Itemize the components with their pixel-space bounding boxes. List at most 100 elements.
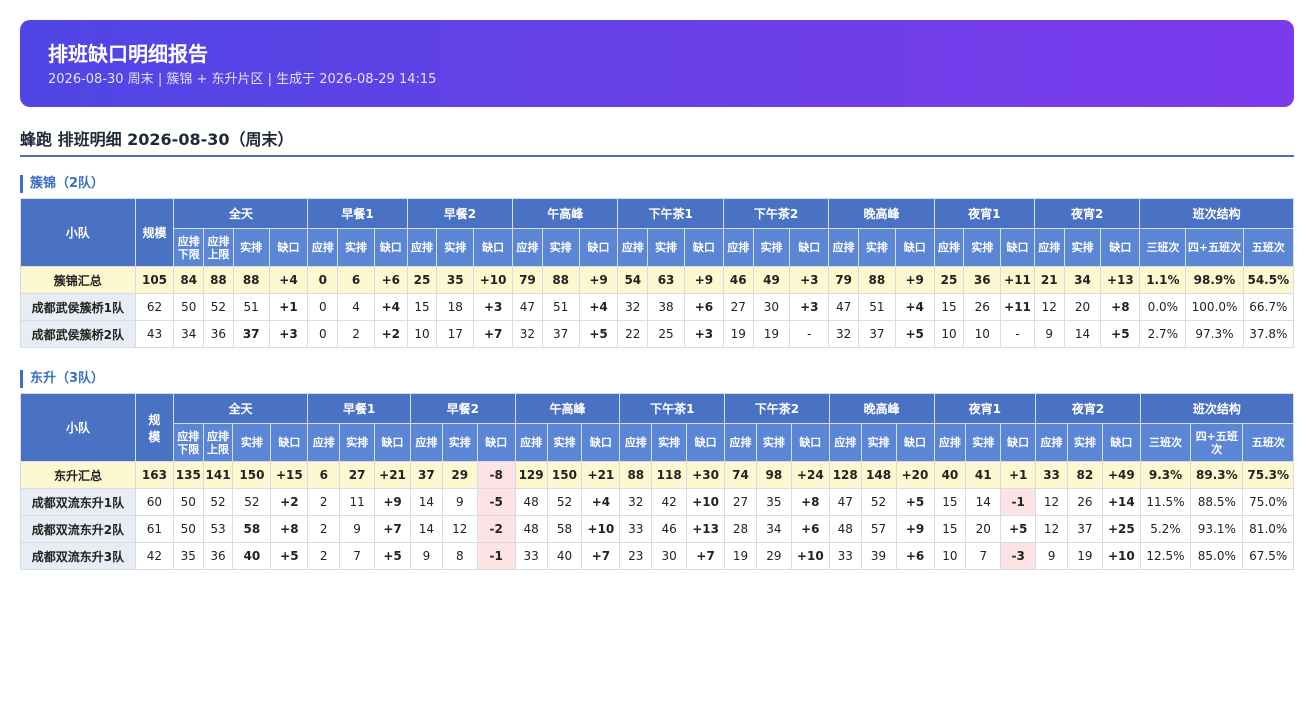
table-cell: 150 [232,461,272,489]
table-cell: 26 [963,293,1002,321]
sub-header: 实排 [860,423,897,462]
table-cell: +3 [789,293,830,321]
table-cell: +2 [373,320,408,348]
table-cell: +8 [790,488,830,516]
table-cell: 46 [722,266,754,294]
table-cell: 32 [619,488,653,516]
table-cell: 49 [752,266,791,294]
sub-header: 应排 [617,228,649,267]
table-cell: 32 [828,320,859,348]
table-cell: +4 [373,293,408,321]
table-cell: +10 [790,542,830,570]
sub-header: 应排 [933,228,965,267]
table-cell: 6 [307,461,341,489]
table-row: 成都双流东升2队 61 50 53 58 +8 2 9 +7 14 12 -2 48 58 +10 33 46 +… [20,515,1294,543]
sub-header: 应排 [307,228,339,267]
page-title: 排班缺口明细报告 [48,42,208,66]
table-cell: +10 [686,488,726,516]
sub-header: 缺口 [683,228,724,267]
sub-header: 应排下限 [172,423,204,462]
table-cell: 118 [651,461,688,489]
table-cell: +11 [1000,293,1035,321]
table-cell: 25 [406,266,438,294]
table-cell: +21 [374,461,411,489]
table-cell: 52 [860,488,897,516]
table-cell: +9 [895,515,935,543]
table-cell: 36 [963,266,1002,294]
table-cell: 35 [755,488,792,516]
sub-header: 缺口 [374,423,411,462]
sub-header: 实排 [541,228,580,267]
sub-header: 实排 [647,228,685,267]
table-cell: 75.0% [1242,488,1294,516]
table-cell: 7 [965,542,1002,570]
group-title-dongsheng: 东升（3队） [20,370,104,388]
col-header-period: 下午茶2 [724,393,830,424]
table-cell: 26 [1066,488,1103,516]
table-cell: 37 [410,461,443,489]
section-title: 蜂跑 排班明细 2026-08-30（周末） [20,127,1294,157]
table-cell: 9 [1035,542,1068,570]
team-name: 簇锦汇总 [20,266,136,294]
col-header-team: 小队 [20,198,136,267]
table-cell: 89.3% [1190,461,1244,489]
table-cell: 14 [965,488,1002,516]
table-cell: 81.0% [1242,515,1294,543]
table-cell: 53 [202,515,234,543]
table-cell: 62 [134,293,175,321]
sub-header: 实排 [755,423,792,462]
sub-header: 缺口 [1100,228,1141,267]
table-cell: 88 [857,266,896,294]
table-cell: 52 [546,488,583,516]
table-cell: 135 [172,461,204,489]
table-cell: 2 [307,515,341,543]
table-cell: 42 [134,542,174,570]
sub-header: 实排 [963,228,1002,267]
summary-row: 簇锦汇总 105 84 88 88 +4 0 6 +6 25 35 +10 79 88 +9 54 63 +9 46… [20,266,1295,294]
sub-header: 应排 [619,423,653,462]
table-cell: 2 [307,488,341,516]
sub-header: 应排 [828,423,862,462]
table-cell: 50 [172,488,204,516]
table-cell: +5 [374,542,411,570]
col-header-period: 晚高峰 [828,198,935,229]
report-subtitle: 2026-08-30 周末 | 簇锦 + 东升片区 | 生成于 2026-08-… [48,72,437,87]
table-cell: 35 [436,266,475,294]
table-cell: 27 [724,488,757,516]
summary-row: 东升汇总 163 135 141 150 +15 6 27 +21 37 29 -8 129 150 +21… [20,461,1294,489]
table-cell: 19 [722,320,754,348]
table-cell: +10 [1101,542,1141,570]
table-cell: 50 [172,515,204,543]
table-cell: +3 [473,293,514,321]
sub-header: 实排 [1063,228,1102,267]
table-cell: 35 [172,542,204,570]
table-cell: 37 [857,320,896,348]
col-header-size: 规 模 [134,393,174,462]
table-cell: 21 [1033,266,1065,294]
col-header-period: 晚高峰 [828,393,935,424]
table-cell: +21 [581,461,621,489]
table-cell: 9 [441,488,478,516]
table-cell: 12 [1035,488,1068,516]
table-cell: +11 [1000,266,1035,294]
table-cell: +6 [895,542,935,570]
table-cell: +4 [581,488,621,516]
col-header-period: 全天 [172,393,309,424]
col-header-period: 夜宵1 [933,393,1037,424]
table-row: 成都双流东升1队 60 50 52 52 +2 2 11 +9 14 9 -5 48 52 +4 32 42 +1… [20,488,1294,516]
table-cell: 12.5% [1139,542,1192,570]
table-cell: 51 [541,293,580,321]
table-cell: 27 [722,293,754,321]
table-cell: 5.2% [1139,515,1192,543]
sub-header: 应排 [1035,423,1068,462]
table-cell: 33 [514,542,548,570]
table-cell: +5 [1100,320,1141,348]
table-cell: 82 [1066,461,1103,489]
table-cell: -1 [1000,488,1037,516]
sub-header: 缺口 [1000,423,1037,462]
sub-header: 缺口 [789,228,830,267]
table-cell: +4 [268,266,309,294]
sub-header: 应排下限 [173,228,205,267]
table-cell: 0 [307,293,339,321]
sub-header: 应排 [514,423,548,462]
